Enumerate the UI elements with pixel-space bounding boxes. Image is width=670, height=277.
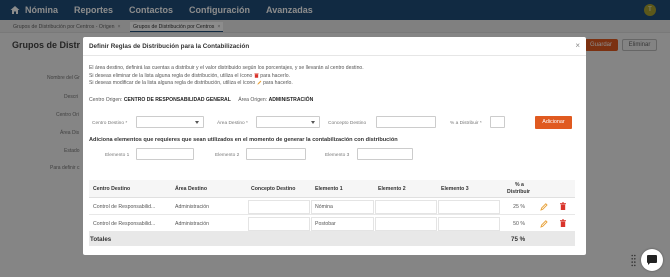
col-area-destino: Área Destino: [175, 186, 207, 192]
col-pct-line1: % a: [515, 182, 524, 188]
info-text: Si deseas modificar de la lista alguna r…: [89, 80, 256, 86]
chat-icon: [647, 255, 657, 265]
centro-origen-label: Centro Origen:: [89, 97, 123, 103]
elemento3-label: Elemento 3: [325, 153, 350, 158]
concepto-destino-label: Concepto Destino: [328, 121, 367, 126]
pencil-icon[interactable]: [540, 202, 548, 211]
elemento2-label: Elemento 2: [215, 153, 240, 158]
area-origen-value: ADMINISTRACIÓN: [268, 97, 314, 103]
trash-icon: [254, 73, 259, 78]
dialog-header: Definir Reglas de Distribución para la C…: [83, 37, 586, 56]
elemento3-input[interactable]: [357, 148, 413, 160]
distribution-rules-dialog: Definir Reglas de Distribución para la C…: [83, 37, 586, 255]
trash-icon[interactable]: [559, 219, 567, 228]
cell-centro-destino: Control de Responsabilid...: [93, 221, 156, 227]
elements-heading: Adiciona elementos que requieres que sea…: [89, 137, 398, 143]
cell-area-destino: Administración: [175, 221, 210, 227]
info-edit-line: Si deseas modificar de la lista alguna r…: [89, 80, 293, 86]
cell-elemento1: Nómina: [315, 204, 333, 210]
centro-destino-select[interactable]: [136, 116, 204, 128]
area-origen-label: Área Origen:: [238, 97, 268, 103]
table-totals-row: Totales 75 %: [89, 232, 575, 246]
info-text: Si deseas eliminar de la lista alguna re…: [89, 73, 253, 79]
totals-label: Totales: [90, 236, 112, 243]
cell-elemento2-box: [375, 200, 437, 214]
centro-origen-value: CENTRO DE RESPONSABILIDAD GENERAL: [123, 97, 231, 103]
cell-elemento2-box: [375, 217, 437, 231]
pct-distribuir-input[interactable]: [490, 116, 505, 128]
info-text: para hacerlo.: [260, 73, 290, 79]
table-row: Control de Responsabilid... Administraci…: [89, 216, 575, 232]
centro-destino-label: Centro Destino *: [92, 121, 128, 126]
cell-elemento1: Postobar: [315, 221, 336, 227]
concepto-destino-input[interactable]: [376, 116, 436, 128]
col-centro-destino: Centro Destino: [93, 186, 131, 192]
cell-elemento3-box: [438, 200, 500, 214]
pct-distribuir-label: % a Distribuir *: [450, 121, 482, 126]
col-elemento1: Elemento 1: [315, 186, 343, 192]
area-destino-label: Área Destino *: [217, 121, 248, 126]
col-elemento2: Elemento 2: [378, 186, 406, 192]
cell-pct: 50 %: [513, 221, 525, 227]
dialog-title: Definir Reglas de Distribución para la C…: [89, 43, 250, 50]
pencil-icon: [257, 80, 261, 85]
elemento1-label: Elemento 1: [105, 153, 130, 158]
chat-button[interactable]: [641, 249, 663, 271]
drag-dots-icon[interactable]: [631, 254, 636, 267]
cell-concepto-box: [248, 200, 310, 214]
cell-pct: 25 %: [513, 204, 525, 210]
table-header: Centro Destino Área Destino Concepto Des…: [89, 180, 575, 198]
trash-icon[interactable]: [559, 202, 567, 211]
elemento1-input[interactable]: [136, 148, 194, 160]
info-text: para hacerlo.: [263, 80, 293, 86]
table-row: Control de Responsabilid... Administraci…: [89, 199, 575, 215]
cell-centro-destino: Control de Responsabilid...: [93, 204, 156, 210]
col-concepto-destino: Concepto Destino: [251, 186, 296, 192]
origin-summary: Centro Origen: CENTRO DE RESPONSABILIDAD…: [89, 97, 313, 103]
cell-elemento3-box: [438, 217, 500, 231]
close-icon[interactable]: ×: [575, 41, 580, 50]
pencil-icon[interactable]: [540, 219, 548, 228]
totals-value: 75 %: [511, 236, 526, 243]
elemento2-input[interactable]: [246, 148, 306, 160]
col-elemento3: Elemento 3: [441, 186, 469, 192]
area-destino-select[interactable]: [256, 116, 320, 128]
add-button[interactable]: Adicionar: [535, 116, 572, 129]
cell-area-destino: Administración: [175, 204, 210, 210]
info-delete-line: Si deseas eliminar de la lista alguna re…: [89, 73, 290, 79]
cell-concepto-box: [248, 217, 310, 231]
col-pct-line2: Distribuir: [507, 189, 531, 195]
info-text: El área destino, definirá las cuentas a …: [89, 65, 364, 71]
